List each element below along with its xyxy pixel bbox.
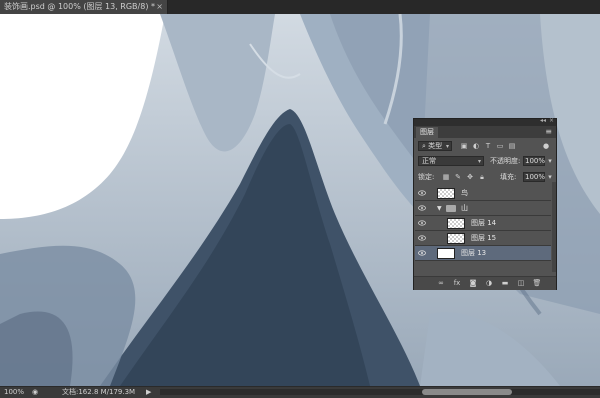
opacity-field[interactable]: 100%	[523, 156, 545, 166]
folder-icon[interactable]: ▬	[500, 279, 510, 288]
pixel-filter-icon[interactable]: ▣	[460, 142, 468, 150]
shape-filter-icon[interactable]: ▭	[496, 142, 504, 150]
smart-object-filter-icon[interactable]: ▤	[508, 142, 516, 150]
panel-tab-row: 图层 ≡	[414, 126, 556, 138]
lock-all-icon[interactable]: 🔒︎	[478, 173, 486, 181]
filter-toggle-icon[interactable]: ●	[542, 142, 550, 150]
layer-thumbnail	[437, 248, 455, 259]
trash-icon[interactable]: 🗑︎	[532, 279, 542, 288]
eye-icon[interactable]	[418, 205, 426, 211]
horizontal-scroll-thumb[interactable]	[422, 389, 512, 395]
lock-row: 锁定: ▦ ✎ ✥ 🔒︎ 填充: 100% ▾	[414, 171, 556, 183]
layer-row-bird[interactable]: 鸟	[415, 186, 551, 201]
document-info[interactable]: 文档:162.8 M/179.3M	[62, 387, 135, 397]
zoom-level[interactable]: 100%	[4, 387, 24, 397]
adjustment-icon[interactable]: ◑	[484, 279, 494, 288]
layer-thumbnail	[437, 188, 455, 199]
eye-icon[interactable]	[418, 250, 426, 256]
folder-icon	[446, 205, 456, 212]
document-tab[interactable]: 装饰画.psd @ 100% (图层 13, RGB/8) * ×	[0, 0, 168, 14]
layer-name: 图层 13	[461, 249, 487, 257]
lock-position-icon[interactable]: ✥	[466, 173, 474, 181]
filter-kind-select[interactable]: ⌕ 类型 ▾	[418, 141, 452, 151]
collapse-icon[interactable]: ◂◂	[540, 117, 546, 124]
layer-list: 鸟 ▼ 山 图层 14 图层 15 图层 13	[414, 186, 556, 274]
layer-thumbnail	[447, 233, 465, 244]
chevron-down-icon: ▾	[477, 158, 481, 165]
fill-value: 100%	[525, 173, 546, 181]
layer-list-scrollbar[interactable]	[552, 182, 556, 272]
opacity-dropdown-icon[interactable]: ▾	[546, 157, 554, 165]
fill-field[interactable]: 100%	[523, 172, 545, 182]
document-tab-bar: 装饰画.psd @ 100% (图层 13, RGB/8) * ×	[0, 0, 600, 14]
layer-name: 山	[461, 204, 468, 212]
layer-row-15[interactable]: 图层 15	[415, 231, 551, 246]
adjustment-filter-icon[interactable]: ◐	[472, 142, 480, 150]
document-tab-title: 装饰画.psd @ 100% (图层 13, RGB/8) *	[4, 2, 155, 11]
link-icon[interactable]: ∞	[436, 279, 446, 288]
status-bar: 100% ◉ 文档:162.8 M/179.3M ▶	[0, 386, 600, 398]
type-filter-icon[interactable]: T	[484, 142, 492, 150]
search-icon: ⌕	[422, 142, 426, 150]
layer-row-13[interactable]: 图层 13	[415, 246, 551, 261]
opacity-label: 不透明度:	[490, 157, 521, 165]
chevron-down-icon: ▾	[445, 143, 449, 150]
blend-mode-select[interactable]: 正常 ▾	[418, 156, 484, 166]
close-icon[interactable]: ×	[549, 117, 554, 124]
filter-row: ⌕ 类型 ▾ ▣ ◐ T ▭ ▤ ●	[414, 140, 556, 152]
lock-image-icon[interactable]: ✎	[454, 173, 462, 181]
layer-thumbnail	[447, 218, 465, 229]
layer-row-14[interactable]: 图层 14	[415, 216, 551, 231]
expand-triangle-icon[interactable]: ▼	[437, 204, 442, 213]
eye-icon[interactable]	[418, 220, 426, 226]
export-icon[interactable]: ◉	[32, 387, 38, 397]
filter-kind-value: 类型	[428, 142, 443, 150]
layer-row-group-mountain[interactable]: ▼ 山	[415, 201, 551, 216]
fill-dropdown-icon[interactable]: ▾	[546, 173, 554, 181]
eye-icon[interactable]	[418, 235, 426, 241]
panel-bottom-bar: ∞ fx ◙ ◑ ▬ ◫ 🗑︎	[414, 276, 556, 290]
blend-row: 正常 ▾ 不透明度: 100% ▾	[414, 155, 556, 167]
layer-name: 鸟	[461, 189, 468, 197]
fill-label: 填充:	[500, 173, 517, 181]
layers-panel: ◂◂ × 图层 ≡ ⌕ 类型 ▾ ▣ ◐ T ▭ ▤ ● 正常 ▾ 不透明度: …	[413, 117, 557, 290]
tab-layers[interactable]: 图层	[416, 127, 438, 138]
opacity-value: 100%	[525, 157, 546, 165]
panel-menu-icon[interactable]: ≡	[545, 126, 552, 138]
panel-header-strip: ◂◂ ×	[414, 117, 556, 126]
close-icon[interactable]: ×	[156, 2, 163, 12]
status-menu-arrow-icon[interactable]: ▶	[146, 387, 151, 397]
mask-icon[interactable]: ◙	[468, 279, 478, 288]
fx-icon[interactable]: fx	[452, 279, 462, 288]
blend-mode-value: 正常	[422, 157, 436, 165]
lock-label: 锁定:	[418, 173, 435, 181]
lock-transparent-icon[interactable]: ▦	[442, 173, 450, 181]
new-layer-icon[interactable]: ◫	[516, 279, 526, 288]
layer-name: 图层 15	[471, 234, 497, 242]
layer-name: 图层 14	[471, 219, 497, 227]
eye-icon[interactable]	[418, 190, 426, 196]
horizontal-scrollbar[interactable]	[160, 389, 600, 395]
